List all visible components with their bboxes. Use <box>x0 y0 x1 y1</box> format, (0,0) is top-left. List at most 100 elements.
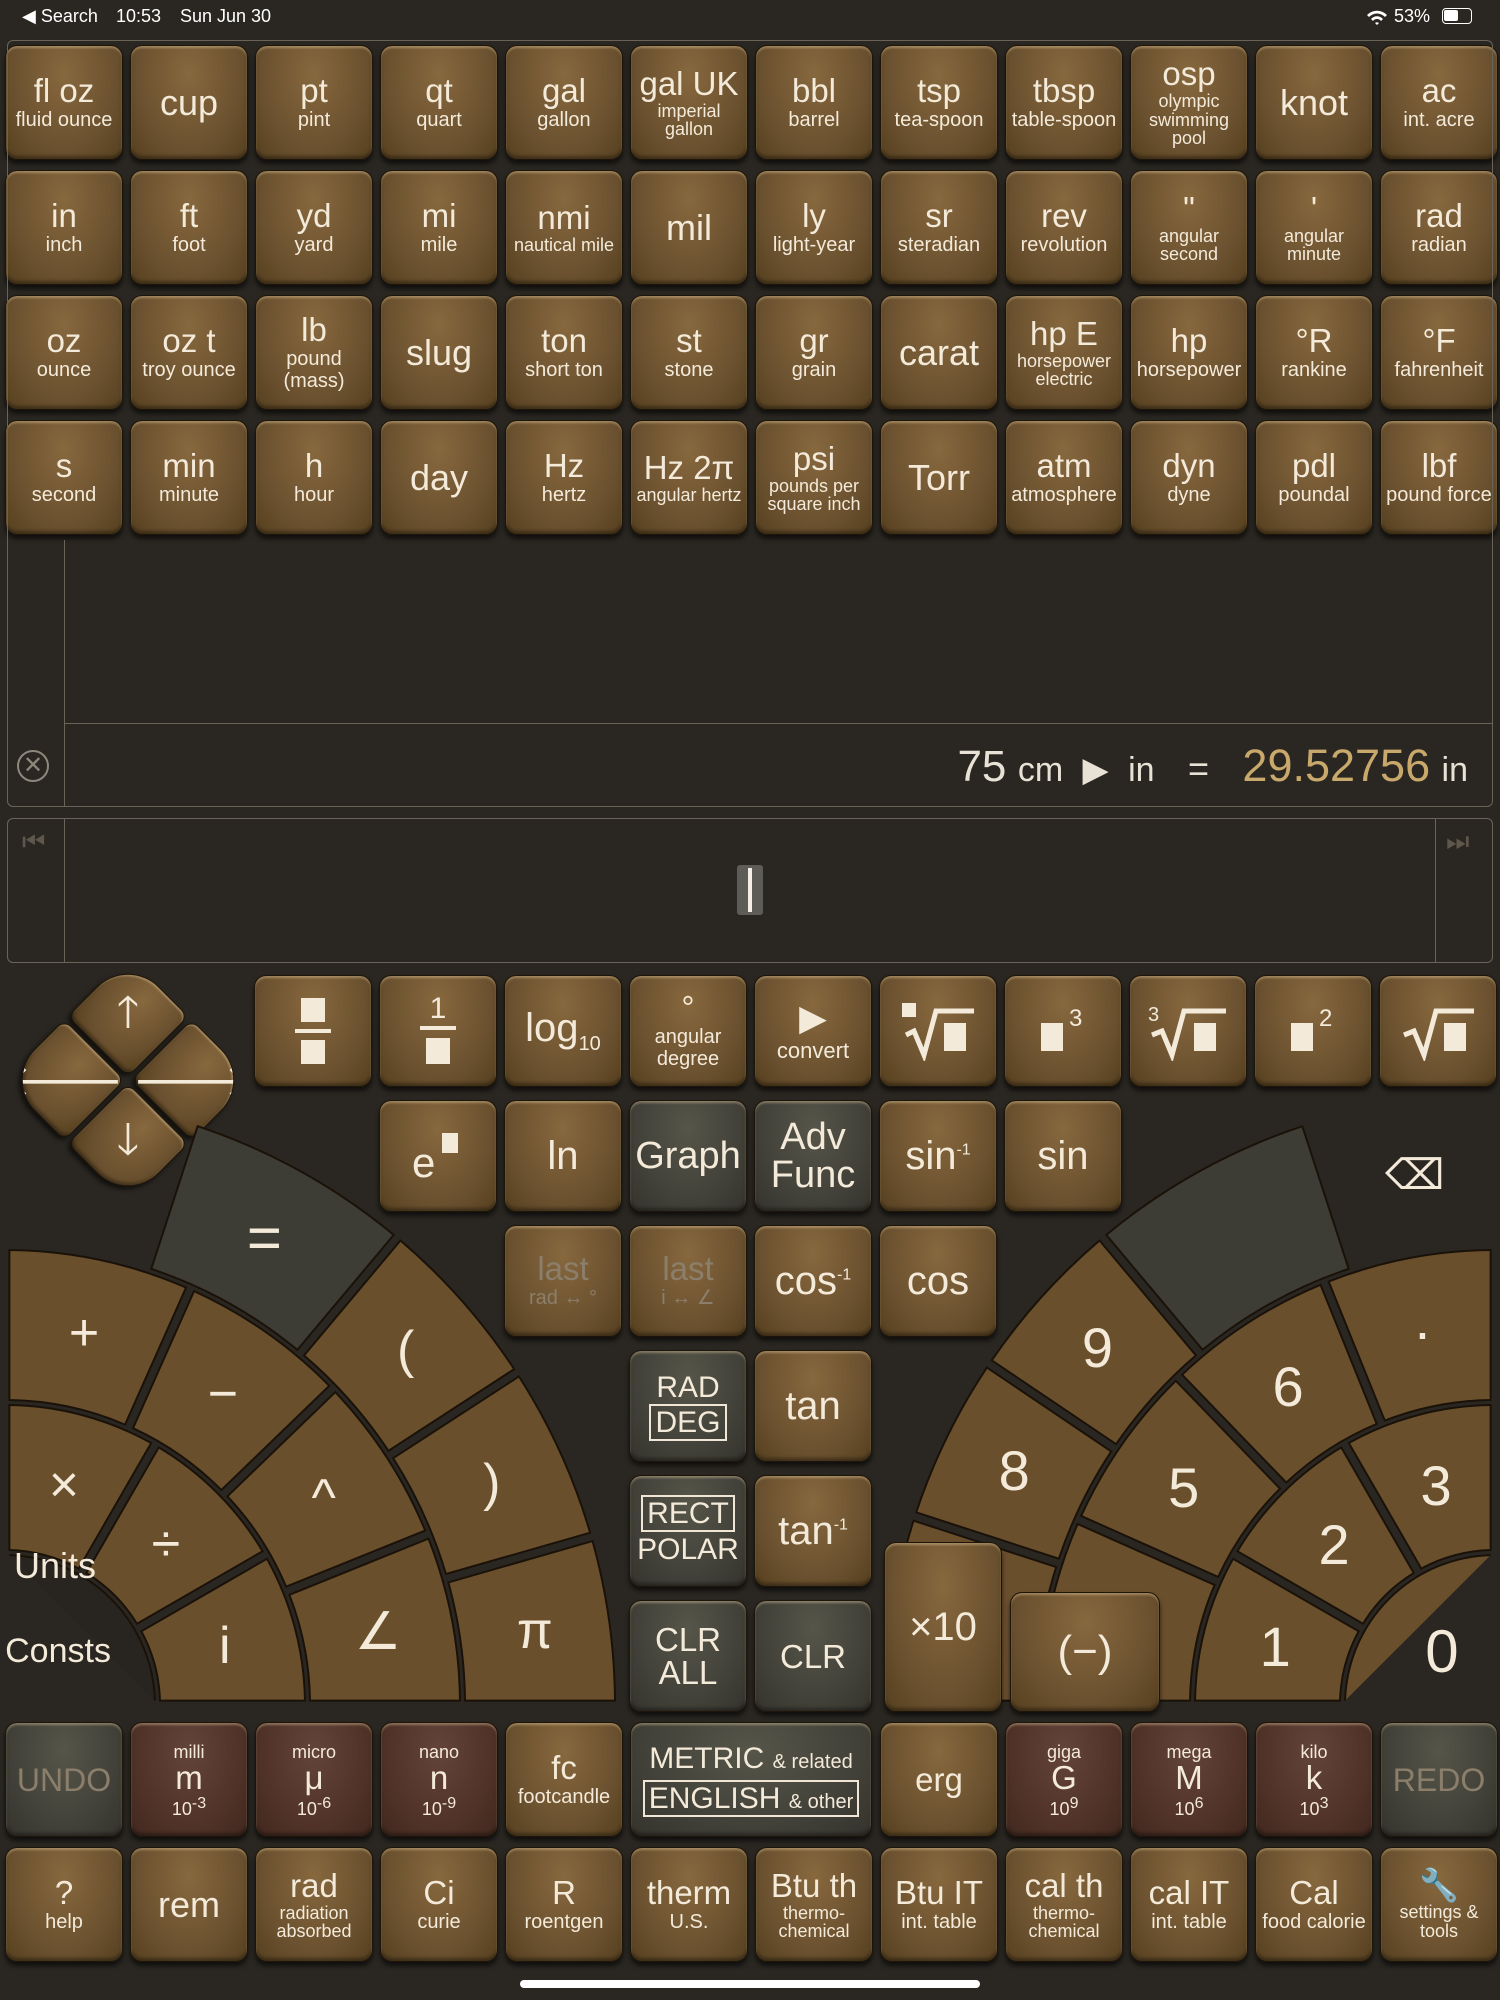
close-paren-key-label: ) <box>483 1454 501 1513</box>
units-consts-key-label: Consts <box>5 1632 111 1671</box>
bottom-unit-key-5[interactable]: therm U.S. <box>630 1847 748 1962</box>
bottom-unit-key-7[interactable]: Btu IT int. table <box>880 1847 998 1962</box>
last-i-angle-button[interactable]: last i ↔ ∠ <box>629 1225 747 1337</box>
clear-history-icon[interactable]: ✕ <box>17 750 49 782</box>
last-rad-deg-button[interactable]: last rad ↔ ° <box>504 1225 622 1337</box>
bottom-unit-key-9[interactable]: cal IT int. table <box>1130 1847 1248 1962</box>
convert-arrow-icon: ▶ <box>1082 751 1109 789</box>
ln-button[interactable]: ln <box>504 1100 622 1212</box>
prefix-nano-button[interactable]: nano n 10-9 <box>380 1722 498 1837</box>
prefix-giga-button[interactable]: giga G 109 <box>1005 1722 1123 1837</box>
bottom-unit-key-8[interactable]: cal th thermo-chemical <box>1005 1847 1123 1962</box>
digit-9-key-label: 9 <box>1081 1315 1113 1379</box>
redo-button[interactable]: REDO <box>1380 1722 1498 1837</box>
prefix-milli-button[interactable]: milli m 10-3 <box>130 1722 248 1837</box>
status-bar: ◀ Search 10:53 Sun Jun 30 53% <box>0 0 1500 34</box>
unit-symbol: therm <box>646 1873 732 1911</box>
log10-button[interactable]: log10 <box>504 975 622 1087</box>
equals-key-label: = <box>246 1203 282 1271</box>
cube-button[interactable]: 3 <box>1004 975 1122 1087</box>
square-button[interactable]: 2 <box>1254 975 1372 1087</box>
backspace-key-label <box>1156 1202 1316 1272</box>
cursor-end-icon[interactable]: ⏭ <box>1446 826 1469 858</box>
pi-key-label: π <box>516 1601 553 1660</box>
unit-symbol: Btu IT <box>894 1873 984 1911</box>
reciprocal-button[interactable]: 1 <box>379 975 497 1087</box>
times-ten-power-button[interactable]: ×10 <box>884 1542 1002 1712</box>
unit-label: roentgen <box>524 1910 604 1933</box>
convert-button[interactable]: ▶ convert <box>754 975 872 1087</box>
asin-button[interactable]: sin-1 <box>879 1100 997 1212</box>
unit-symbol: rad <box>290 1866 338 1904</box>
bottom-unit-key-4[interactable]: Rroentgen <box>505 1847 623 1962</box>
digit-6-key-label: 6 <box>1272 1354 1304 1418</box>
unit-system-toggle[interactable]: METRIC & related ENGLISH & other <box>630 1722 872 1837</box>
unit-label: settings & tools <box>1399 1902 1479 1941</box>
plus-key-label: + <box>68 1304 100 1363</box>
unit-label: curie <box>417 1910 461 1933</box>
status-date: Sun Jun 30 <box>180 6 272 26</box>
bottom-unit-key-2[interactable]: rad radiation absorbed <box>255 1847 373 1962</box>
home-indicator <box>520 1980 980 1988</box>
digit-0-key-label: 0 <box>1425 1618 1459 1686</box>
history-panel <box>7 40 1493 807</box>
prefix-micro-button[interactable]: micro μ 10-6 <box>255 1722 373 1837</box>
unit-erg-button[interactable]: erg <box>880 1722 998 1837</box>
bottom-unit-key-3[interactable]: Ci curie <box>380 1847 498 1962</box>
unit-label: food calorie <box>1262 1910 1366 1933</box>
backspace-icon: ⌫ <box>1385 1151 1445 1198</box>
unit-symbol: rem <box>158 1883 220 1925</box>
clear-all-button[interactable]: CLR ALL <box>629 1600 747 1712</box>
svg-text:3: 3 <box>1148 1004 1159 1026</box>
cube-root-button[interactable]: 3 <box>1129 975 1247 1087</box>
acos-button[interactable]: cos-1 <box>754 1225 872 1337</box>
sin-button[interactable]: sin <box>1004 1100 1122 1212</box>
bottom-unit-key-1[interactable]: rem <box>130 1847 248 1962</box>
undo-button[interactable]: UNDO <box>5 1722 123 1837</box>
unit-symbol: Cal <box>1289 1873 1339 1911</box>
exp-button[interactable]: e <box>379 1100 497 1212</box>
input-unit: cm <box>1017 751 1064 789</box>
negate-label: (−) <box>1057 1627 1113 1676</box>
units-button[interactable]: Units <box>14 1545 96 1587</box>
battery-icon <box>1442 8 1472 24</box>
history-separator <box>64 723 1492 724</box>
times-ten-label: ×10 <box>909 1605 977 1649</box>
clear-button[interactable]: CLR <box>754 1600 872 1712</box>
digit-1-key-label: 1 <box>1259 1614 1291 1678</box>
wifi-icon <box>1367 10 1387 25</box>
negate-button[interactable]: (−) <box>1010 1592 1160 1712</box>
bottom-unit-key-11[interactable]: 🔧 settings & tools <box>1380 1847 1498 1962</box>
bottom-unit-key-0[interactable]: ? help <box>5 1847 123 1962</box>
atan-button[interactable]: tan-1 <box>754 1475 872 1587</box>
digit-8-key-label: 8 <box>998 1438 1030 1502</box>
status-time: 10:53 <box>116 6 162 26</box>
prefix-kilo-button[interactable]: kilo k 103 <box>1255 1722 1373 1837</box>
rad-deg-toggle[interactable]: RAD DEG <box>629 1350 747 1462</box>
nth-root-button[interactable] <box>879 975 997 1087</box>
degree-button[interactable]: ° angular degree <box>629 975 747 1087</box>
fraction-button[interactable] <box>254 975 372 1087</box>
battery-percent: 53% <box>1394 6 1431 26</box>
times-key-label: × <box>48 1456 80 1515</box>
power-key-label: ^ <box>311 1469 336 1528</box>
input-cursor <box>737 865 763 915</box>
equals-sign: = <box>1187 748 1210 789</box>
unit-symbol: R <box>552 1873 576 1911</box>
unit-label: radiation absorbed <box>276 1902 352 1941</box>
cursor-home-icon[interactable]: ⏮ <box>22 826 45 858</box>
graph-button[interactable]: Graph <box>629 1100 747 1212</box>
back-to-search-link[interactable]: ◀ Search <box>22 6 98 27</box>
digit-5-key-label: 5 <box>1168 1455 1200 1519</box>
adv-func-button[interactable]: Adv Func <box>754 1100 872 1212</box>
rect-polar-toggle[interactable]: RECT POLAR <box>629 1475 747 1587</box>
unit-footcandle-button[interactable]: fc footcandle <box>505 1722 623 1837</box>
bottom-unit-key-10[interactable]: Cal food calorie <box>1255 1847 1373 1962</box>
tan-button[interactable]: tan <box>754 1350 872 1462</box>
unit-label: help <box>45 1910 83 1933</box>
cos-button[interactable]: cos <box>879 1225 997 1337</box>
bottom-unit-key-6[interactable]: Btu th thermo-chemical <box>755 1847 873 1962</box>
square-root-button[interactable] <box>1379 975 1497 1087</box>
unit-symbol: cal th <box>1024 1866 1104 1904</box>
prefix-mega-button[interactable]: mega M 106 <box>1130 1722 1248 1837</box>
